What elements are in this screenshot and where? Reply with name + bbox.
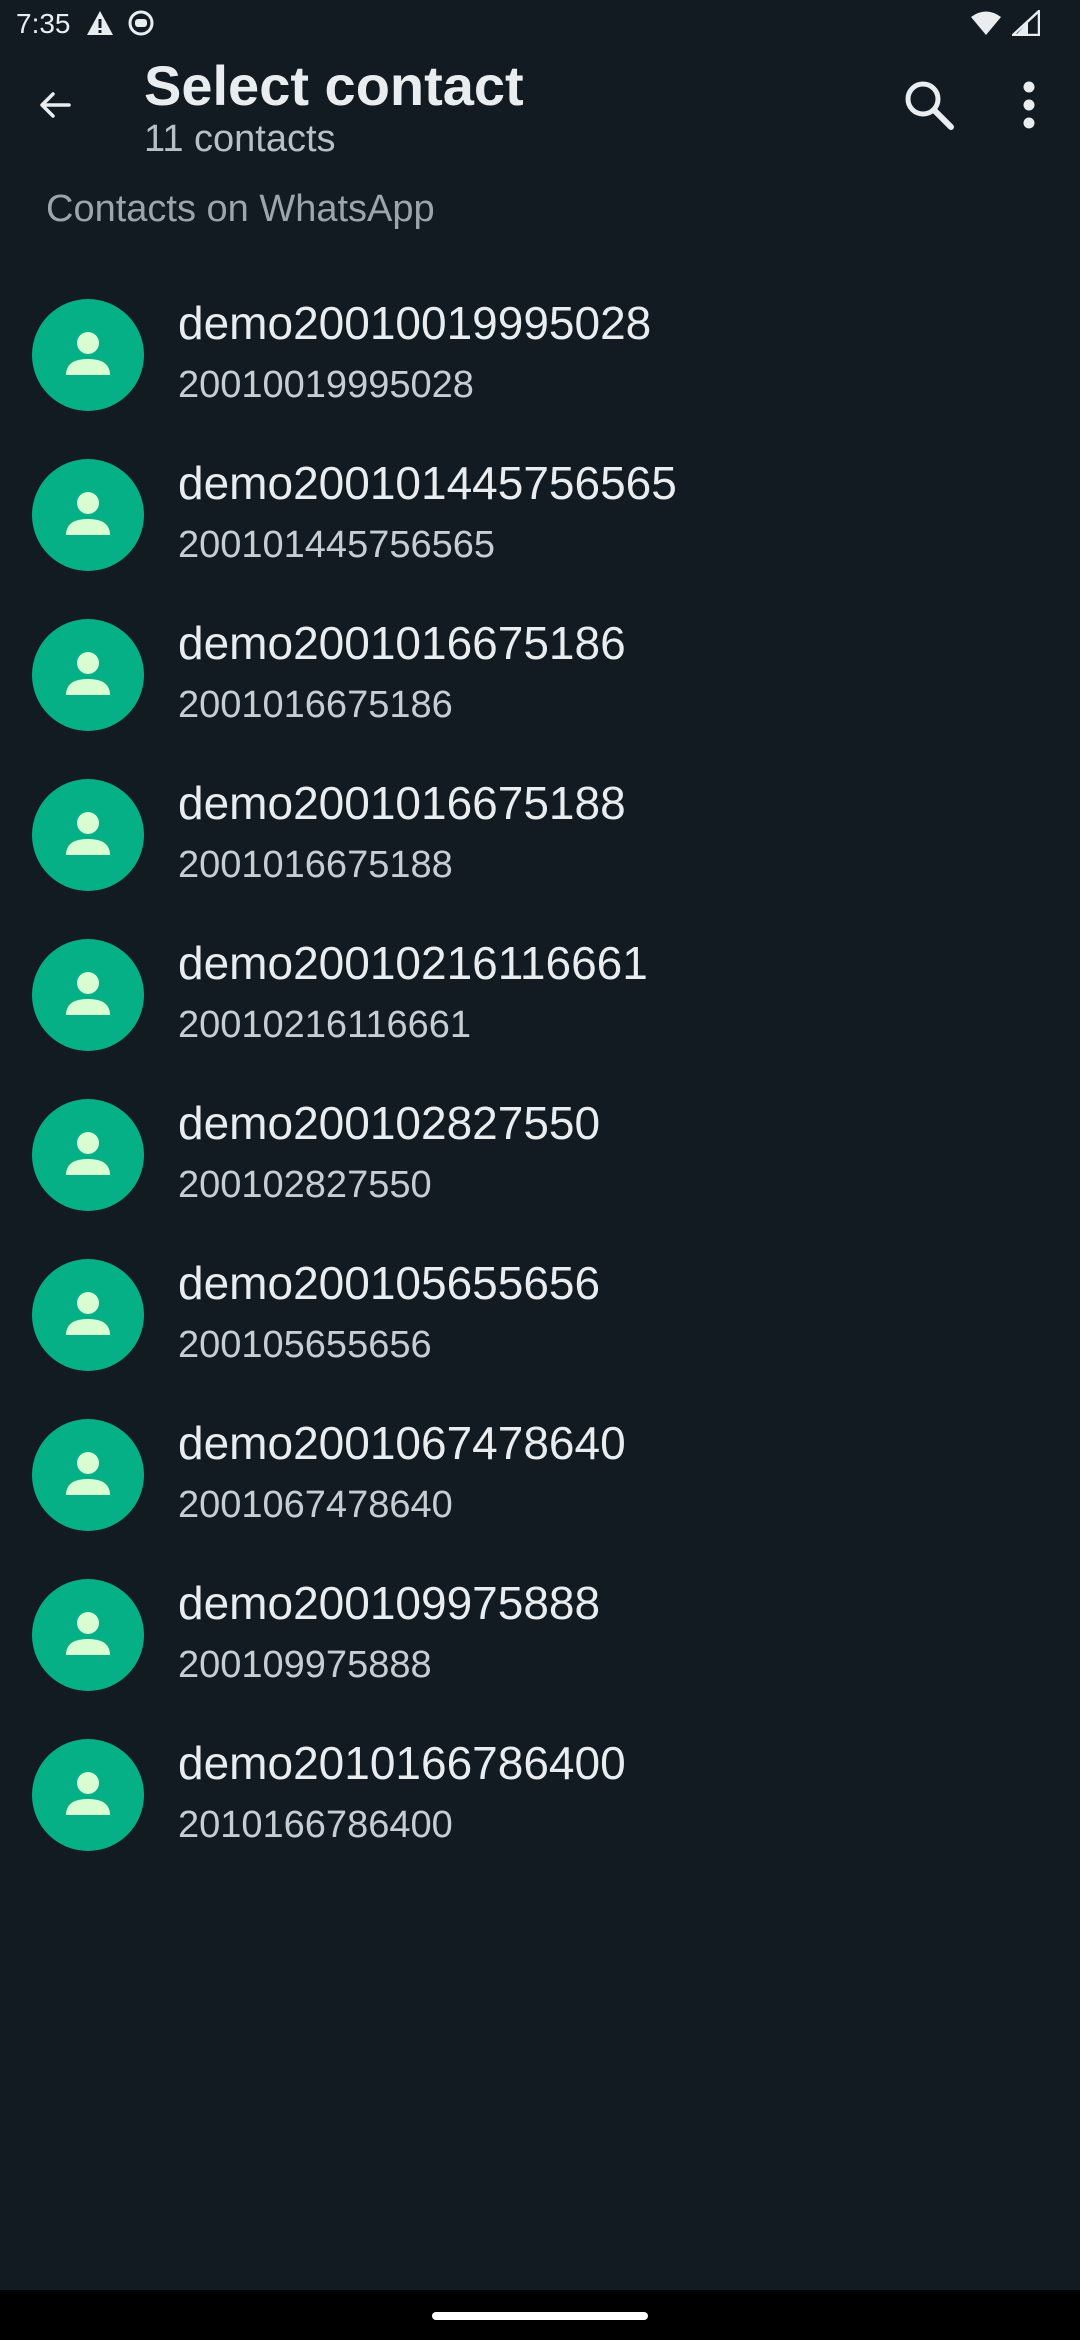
cell-signal-icon — [1009, 8, 1041, 41]
avatar — [32, 1099, 144, 1211]
contact-row[interactable]: demo200101445756565 200101445756565 — [0, 434, 1080, 594]
person-icon — [60, 485, 116, 546]
contact-row[interactable]: demo200109975888 200109975888 — [0, 1554, 1080, 1714]
person-icon — [60, 1445, 116, 1506]
person-icon — [60, 325, 116, 386]
home-indicator[interactable] — [432, 2312, 648, 2320]
contact-phone: 2001067478640 — [178, 1484, 453, 1526]
avatar — [32, 1579, 144, 1691]
status-time: 7:35 — [16, 8, 71, 39]
contact-count: 11 contacts — [144, 118, 336, 160]
contact-phone: 2001016675186 — [178, 684, 453, 726]
person-icon — [60, 1765, 116, 1826]
contact-row[interactable]: demo20010019995028 20010019995028 — [0, 274, 1080, 434]
contact-name: demo200105655656 — [178, 1257, 601, 1309]
search-button[interactable] — [894, 72, 964, 142]
page-title: Select contact — [144, 54, 524, 117]
app-bar: Select contact 11 contacts — [0, 48, 1080, 168]
contact-phone: 2001016675188 — [178, 844, 453, 886]
contact-phone: 20010019995028 — [178, 364, 474, 406]
search-icon — [901, 77, 957, 138]
contact-name: demo2010166786400 — [178, 1737, 626, 1789]
avatar — [32, 1259, 144, 1371]
person-icon — [60, 1285, 116, 1346]
more-options-button[interactable] — [1004, 72, 1054, 142]
contact-name: demo20010019995028 — [178, 297, 652, 349]
contact-phone: 20010216116661 — [178, 1004, 472, 1046]
app-notification-icon — [128, 10, 154, 41]
avatar — [32, 779, 144, 891]
more-vert-icon — [1022, 80, 1036, 135]
contact-row[interactable]: demo2001016675186 2001016675186 — [0, 594, 1080, 754]
section-header: Contacts on WhatsApp — [46, 188, 435, 230]
person-icon — [60, 645, 116, 706]
contact-name: demo200102827550 — [178, 1097, 601, 1149]
contact-name: demo200101445756565 — [178, 457, 677, 509]
contact-name: demo20010216116661 — [178, 937, 648, 989]
contact-row[interactable]: demo20010216116661 20010216116661 — [0, 914, 1080, 1074]
contact-phone: 200105655656 — [178, 1324, 432, 1366]
avatar — [32, 459, 144, 571]
contact-name: demo2001016675186 — [178, 617, 626, 669]
status-left-icons — [86, 10, 154, 41]
wifi-icon — [970, 10, 1002, 41]
avatar — [32, 939, 144, 1051]
alert-icon — [86, 10, 114, 41]
contact-row[interactable]: demo2001067478640 2001067478640 — [0, 1394, 1080, 1554]
contact-row[interactable]: demo2001016675188 2001016675188 — [0, 754, 1080, 914]
avatar — [32, 1739, 144, 1851]
avatar — [32, 619, 144, 731]
contact-row[interactable]: demo200105655656 200105655656 — [0, 1234, 1080, 1394]
avatar — [32, 1419, 144, 1531]
navigation-bar — [0, 2290, 1080, 2340]
back-button[interactable] — [26, 78, 84, 136]
contact-row[interactable]: demo2010166786400 2010166786400 — [0, 1714, 1080, 1874]
contact-phone: 2010166786400 — [178, 1804, 453, 1846]
contact-phone: 200102827550 — [178, 1164, 432, 1206]
status-bar: 7:35 — [0, 0, 1080, 48]
avatar — [32, 299, 144, 411]
person-icon — [60, 965, 116, 1026]
contact-name: demo2001016675188 — [178, 777, 626, 829]
status-right-icons — [970, 8, 1041, 41]
contact-row[interactable]: demo200102827550 200102827550 — [0, 1074, 1080, 1234]
person-icon — [60, 805, 116, 866]
contact-name: demo2001067478640 — [178, 1417, 626, 1469]
arrow-left-icon — [35, 85, 75, 130]
person-icon — [60, 1125, 116, 1186]
contact-phone: 200101445756565 — [178, 524, 496, 566]
contact-list: demo20010019995028 20010019995028 demo20… — [0, 274, 1080, 1874]
contact-phone: 200109975888 — [178, 1644, 432, 1686]
person-icon — [60, 1605, 116, 1666]
contact-name: demo200109975888 — [178, 1577, 601, 1629]
